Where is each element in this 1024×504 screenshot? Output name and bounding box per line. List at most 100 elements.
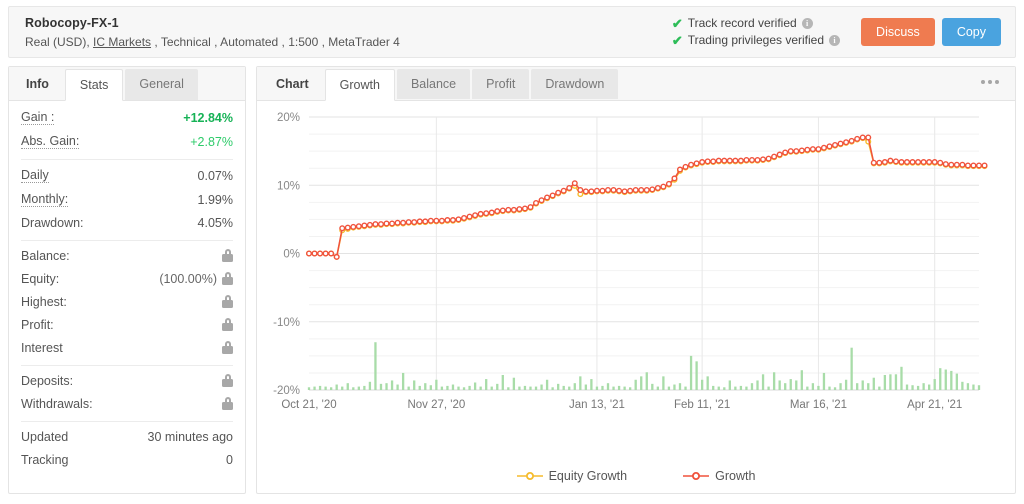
data-point[interactable] xyxy=(527,204,534,211)
data-point[interactable] xyxy=(809,146,816,153)
data-point[interactable] xyxy=(931,159,938,166)
data-point[interactable] xyxy=(699,159,706,166)
data-point[interactable] xyxy=(820,144,827,151)
data-point[interactable] xyxy=(710,158,717,165)
data-point[interactable] xyxy=(760,156,767,163)
data-point[interactable] xyxy=(383,220,390,227)
chart-tab-chart[interactable]: Chart xyxy=(262,69,323,99)
data-point[interactable] xyxy=(704,158,711,165)
data-point[interactable] xyxy=(748,156,755,163)
data-point[interactable] xyxy=(643,187,650,194)
data-point[interactable] xyxy=(400,219,407,226)
data-point[interactable] xyxy=(488,209,495,216)
data-point[interactable] xyxy=(688,161,695,168)
data-point[interactable] xyxy=(981,162,988,169)
data-point[interactable] xyxy=(333,253,340,260)
data-point[interactable] xyxy=(405,219,412,226)
data-point[interactable] xyxy=(632,187,639,194)
data-point[interactable] xyxy=(876,159,883,166)
data-point[interactable] xyxy=(870,159,877,166)
data-point[interactable] xyxy=(599,187,606,194)
data-point[interactable] xyxy=(377,221,384,228)
data-point[interactable] xyxy=(654,184,661,191)
data-point[interactable] xyxy=(389,220,396,227)
data-point[interactable] xyxy=(582,188,589,195)
data-point[interactable] xyxy=(521,205,528,212)
data-point[interactable] xyxy=(350,223,357,230)
data-point[interactable] xyxy=(328,250,335,257)
data-point[interactable] xyxy=(621,188,628,195)
data-point[interactable] xyxy=(726,157,733,164)
stat-label[interactable]: Gain : xyxy=(21,110,55,125)
data-point[interactable] xyxy=(665,180,672,187)
data-point[interactable] xyxy=(372,221,379,228)
data-point[interactable] xyxy=(577,187,584,194)
data-point[interactable] xyxy=(566,184,573,191)
copy-button[interactable]: Copy xyxy=(941,18,1001,46)
data-point[interactable] xyxy=(355,223,362,230)
data-point[interactable] xyxy=(610,187,617,194)
data-point[interactable] xyxy=(904,159,911,166)
data-point[interactable] xyxy=(953,161,960,168)
data-point[interactable] xyxy=(593,187,600,194)
data-point[interactable] xyxy=(848,137,855,144)
data-point[interactable] xyxy=(505,206,512,213)
data-point[interactable] xyxy=(776,151,783,158)
data-point[interactable] xyxy=(854,135,861,142)
info-icon[interactable]: i xyxy=(801,18,813,29)
data-point[interactable] xyxy=(361,222,368,229)
chart-tab-drawdown[interactable]: Drawdown xyxy=(531,69,619,99)
data-point[interactable] xyxy=(826,143,833,150)
data-point[interactable] xyxy=(477,210,484,217)
data-point[interactable] xyxy=(516,206,523,213)
chart-tab-balance[interactable]: Balance xyxy=(396,69,471,99)
data-point[interactable] xyxy=(787,148,794,155)
data-point[interactable] xyxy=(538,197,545,204)
data-point[interactable] xyxy=(942,161,949,168)
data-point[interactable] xyxy=(499,207,506,214)
data-point[interactable] xyxy=(339,225,346,232)
data-point[interactable] xyxy=(771,153,778,160)
data-point[interactable] xyxy=(466,213,473,220)
data-point[interactable] xyxy=(461,215,468,222)
data-point[interactable] xyxy=(915,159,922,166)
data-point[interactable] xyxy=(438,217,445,224)
data-point[interactable] xyxy=(682,163,689,170)
data-point[interactable] xyxy=(892,158,899,165)
data-point[interactable] xyxy=(455,216,462,223)
sidebar-tab-general[interactable]: General xyxy=(125,69,198,100)
data-point[interactable] xyxy=(422,218,429,225)
data-point[interactable] xyxy=(743,156,750,163)
data-point[interactable] xyxy=(798,147,805,154)
data-point[interactable] xyxy=(815,146,822,153)
data-point[interactable] xyxy=(671,175,678,182)
data-point[interactable] xyxy=(510,206,517,213)
data-point[interactable] xyxy=(317,250,324,257)
data-point[interactable] xyxy=(560,187,567,194)
data-point[interactable] xyxy=(898,159,905,166)
data-point[interactable] xyxy=(444,217,451,224)
chart-tab-growth[interactable]: Growth xyxy=(324,69,395,101)
data-point[interactable] xyxy=(544,194,551,201)
chart-tab-profit[interactable]: Profit xyxy=(472,69,530,99)
data-point[interactable] xyxy=(649,186,656,193)
data-point[interactable] xyxy=(693,160,700,167)
legend-item-equity-growth[interactable]: Equity Growth xyxy=(516,469,627,483)
data-point[interactable] xyxy=(483,210,490,217)
data-point[interactable] xyxy=(843,139,850,146)
data-point[interactable] xyxy=(732,157,739,164)
data-point[interactable] xyxy=(887,157,894,164)
data-point[interactable] xyxy=(715,157,722,164)
data-point[interactable] xyxy=(721,157,728,164)
data-point[interactable] xyxy=(676,166,683,173)
data-point[interactable] xyxy=(793,148,800,155)
sidebar-tab-info[interactable]: Info xyxy=(12,69,63,100)
data-point[interactable] xyxy=(571,180,578,187)
data-point[interactable] xyxy=(976,162,983,169)
broker-link[interactable]: IC Markets xyxy=(93,35,151,49)
data-point[interactable] xyxy=(865,134,872,141)
data-point[interactable] xyxy=(837,140,844,147)
data-point[interactable] xyxy=(366,221,373,228)
data-point[interactable] xyxy=(959,161,966,168)
data-point[interactable] xyxy=(416,218,423,225)
